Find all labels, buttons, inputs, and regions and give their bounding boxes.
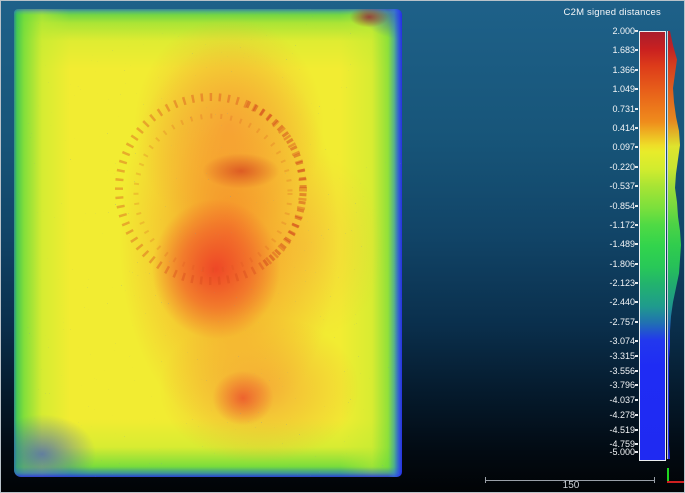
colorbar-tick-label: 0.414 (612, 122, 635, 133)
colorbar-tick-label: -2.440 (609, 297, 635, 308)
colorbar-tick-mark (635, 443, 638, 446)
scale-bar-right-tick (654, 477, 655, 483)
colorbar-tick-mark (635, 354, 638, 357)
colorbar-tick-mark (635, 68, 638, 71)
colorbar-tick-mark (635, 30, 638, 32)
colorbar-tick-label: 2.000 (612, 26, 635, 36)
colorbar-tick-mark (635, 369, 638, 372)
colorbar-tick-label: -2.123 (609, 278, 635, 289)
colorbar-tick-mark (635, 384, 638, 387)
colorbar-tick-mark (635, 301, 638, 304)
viewport-3d[interactable]: C2M signed distances 2.000 1.683 1.366 1… (0, 0, 685, 493)
axis-gizmo-vertical-icon (667, 468, 669, 482)
colorbar-gradient (639, 31, 666, 461)
colorbar-tick-label: -1.172 (609, 219, 635, 230)
colorbar-tick-label: 1.683 (612, 45, 635, 56)
heatmap-detail-overlay (14, 9, 402, 477)
colorbar-tick-label: 1.366 (612, 64, 635, 75)
colorbar-tick-mark (635, 243, 638, 246)
colorbar-title: C2M signed distances (563, 7, 661, 18)
colorbar-tick-mark (635, 428, 638, 431)
colorbar-tick-label: -4.519 (609, 424, 635, 435)
colorbar-tick-mark (635, 49, 638, 52)
colorbar-tick-label: -4.037 (609, 395, 635, 406)
colorbar-tick-label: 1.049 (612, 84, 635, 95)
colorbar-tick-label: -4.278 (609, 409, 635, 420)
colorbar-tick-mark (635, 262, 638, 265)
colorbar-tick-mark (635, 165, 638, 168)
colorbar-histogram-shape (668, 31, 681, 459)
colorbar-tick-label: -2.757 (609, 316, 635, 327)
point-cloud-heatmap[interactable] (14, 9, 402, 477)
colorbar-tick-mark (635, 146, 638, 149)
colorbar-tick-mark (635, 107, 638, 110)
colorbar-tick-mark (635, 340, 638, 343)
colorbar-tick-label: -3.315 (609, 350, 635, 361)
colorbar-tick-mark (635, 399, 638, 402)
colorbar-tick-mark (635, 282, 638, 285)
colorbar-tick-mark (635, 204, 638, 207)
colorbar-tick-label: -3.556 (609, 365, 635, 376)
colorbar-tick-label: -1.806 (609, 258, 635, 269)
colorbar-tick-label: 0.097 (612, 142, 635, 153)
colorbar-tick-label: -3.796 (609, 380, 635, 391)
scale-bar-label: 150 (562, 480, 580, 491)
colorbar-histogram (668, 31, 681, 459)
colorbar-tick-label: 0.731 (612, 103, 635, 114)
colorbar-tick-label: -1.489 (609, 239, 635, 250)
colorbar-tick-mark (635, 223, 638, 226)
colorbar-tick-label: -5.000 (609, 447, 635, 457)
colorbar-tick-mark (635, 451, 638, 453)
colorbar-tick-mark (635, 413, 638, 416)
colorbar-tick-mark (635, 88, 638, 91)
axis-gizmo-horizontal-icon (667, 481, 684, 483)
scale-bar-left-tick (485, 477, 486, 483)
colorbar-tick-label: -3.074 (609, 336, 635, 347)
colorbar-tick-mark (635, 185, 638, 188)
colorbar-tick-mark (635, 126, 638, 129)
colorbar-tick-label: -0.854 (609, 200, 635, 211)
colorbar-tick-label: -0.220 (609, 161, 635, 172)
colorbar-tick-label: -0.537 (609, 181, 635, 192)
colorbar-tick-mark (635, 320, 638, 323)
